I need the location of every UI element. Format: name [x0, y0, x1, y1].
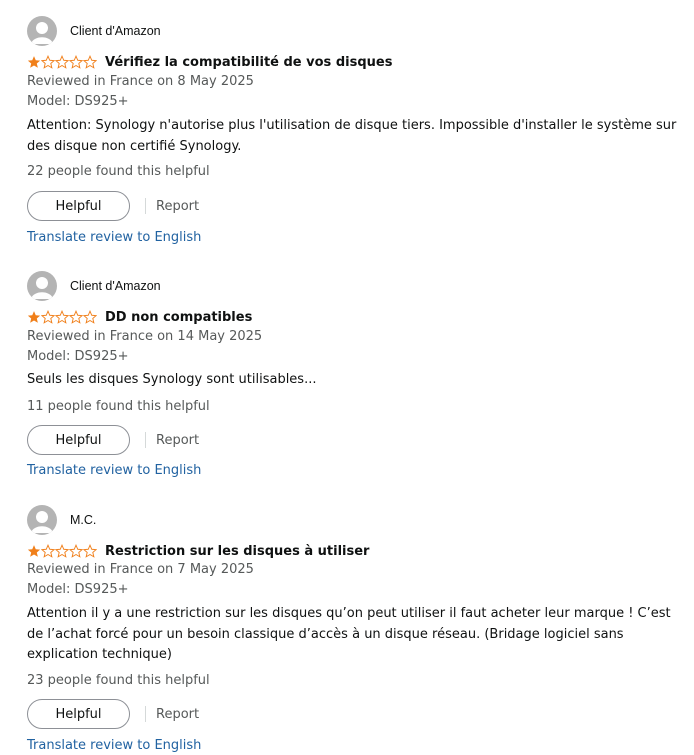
star-icon — [55, 310, 69, 324]
star-icon — [83, 544, 97, 558]
translate-review-link[interactable]: Translate review to English — [27, 229, 201, 247]
star-icon — [41, 310, 55, 324]
review-title-row: Vérifiez la compatibilité de vos disques — [27, 53, 392, 71]
helpful-count: 23 people found this helpful — [27, 673, 210, 688]
user-avatar-icon — [27, 505, 57, 535]
review-actions: Helpful Report — [27, 424, 199, 456]
review-date: Reviewed in France on 7 May 2025 — [27, 562, 254, 577]
report-link[interactable]: Report — [156, 707, 199, 722]
review-model: Model: DS925+ — [27, 582, 129, 597]
review-actions: Helpful Report — [27, 698, 199, 730]
reviewer-name: Client d'Amazon — [70, 279, 161, 293]
helpful-button[interactable]: Helpful — [27, 425, 130, 455]
review-model: Model: DS925+ — [27, 349, 129, 364]
divider — [145, 432, 146, 448]
review-body: Attention il y a une restriction sur les… — [27, 606, 671, 662]
star-icon — [83, 310, 97, 324]
star-rating[interactable] — [27, 544, 97, 558]
helpful-count: 22 people found this helpful — [27, 164, 210, 179]
reviewer-profile[interactable]: M.C. — [27, 505, 96, 535]
review-title-row: Restriction sur les disques à utiliser — [27, 542, 369, 560]
reviewer-profile[interactable]: Client d'Amazon — [27, 271, 161, 301]
helpful-count: 11 people found this helpful — [27, 399, 210, 414]
star-icon — [69, 55, 83, 69]
helpful-button[interactable]: Helpful — [27, 191, 130, 221]
reviewer-name: Client d'Amazon — [70, 24, 161, 38]
review-date: Reviewed in France on 14 May 2025 — [27, 329, 263, 344]
star-icon — [69, 310, 83, 324]
review-item: Client d'Amazon DD non compatibles Revie… — [27, 271, 686, 481]
review-title[interactable]: Restriction sur les disques à utiliser — [105, 544, 369, 559]
divider — [145, 198, 146, 214]
review-title[interactable]: Vérifiez la compatibilité de vos disques — [105, 55, 392, 70]
star-icon — [83, 55, 97, 69]
divider — [145, 706, 146, 722]
review-actions: Helpful Report — [27, 190, 199, 222]
star-icon — [27, 56, 41, 68]
star-icon — [41, 55, 55, 69]
star-icon — [27, 311, 41, 323]
star-icon — [55, 544, 69, 558]
review-body: Seuls les disques Synology sont utilisab… — [27, 372, 317, 387]
reviewer-name: M.C. — [70, 513, 97, 527]
review-title-row: DD non compatibles — [27, 308, 252, 326]
helpful-button[interactable]: Helpful — [27, 699, 130, 729]
user-avatar-icon — [27, 16, 57, 46]
star-rating[interactable] — [27, 55, 97, 69]
review-title[interactable]: DD non compatibles — [105, 310, 252, 325]
star-icon — [69, 544, 83, 558]
report-link[interactable]: Report — [156, 199, 199, 214]
star-icon — [27, 545, 41, 557]
star-rating[interactable] — [27, 310, 97, 324]
review-item: M.C. Restriction sur les disques à utili… — [27, 505, 686, 753]
review-body: Attention: Synology n'autorise plus l'ut… — [27, 118, 677, 154]
report-link[interactable]: Report — [156, 433, 199, 448]
translate-review-link[interactable]: Translate review to English — [27, 462, 201, 480]
review-item: Client d'Amazon Vérifiez la compatibilit… — [27, 16, 686, 248]
star-icon — [41, 544, 55, 558]
review-model: Model: DS925+ — [27, 94, 129, 109]
translate-review-link[interactable]: Translate review to English — [27, 737, 201, 755]
user-avatar-icon — [27, 271, 57, 301]
review-date: Reviewed in France on 8 May 2025 — [27, 74, 254, 89]
reviewer-profile[interactable]: Client d'Amazon — [27, 16, 161, 46]
star-icon — [55, 55, 69, 69]
